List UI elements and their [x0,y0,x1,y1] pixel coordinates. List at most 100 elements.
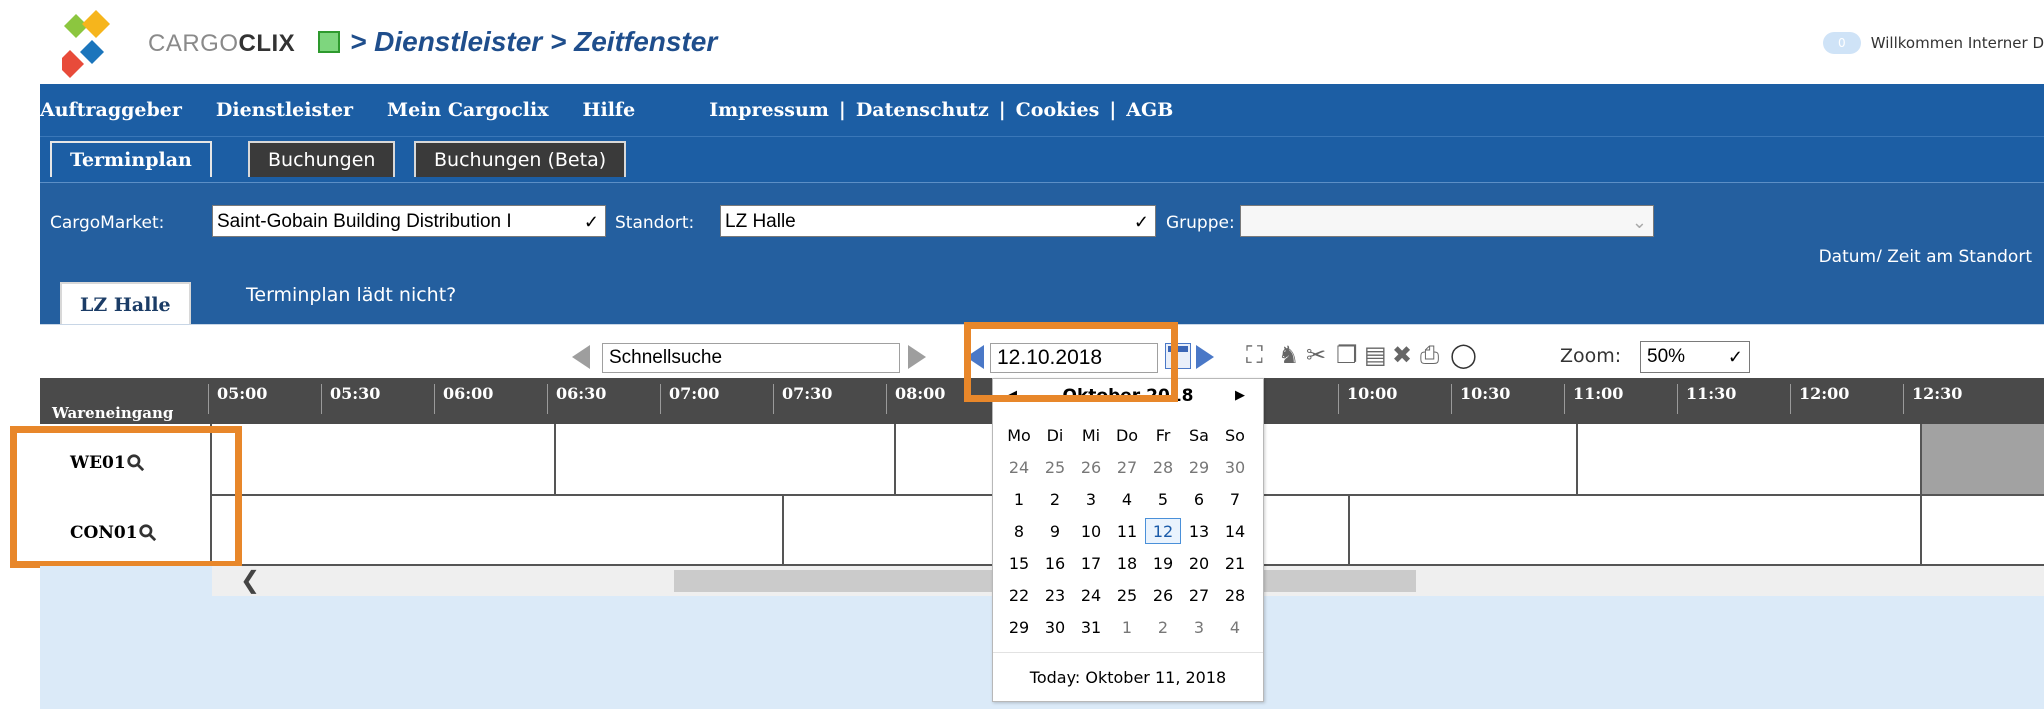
circle-icon[interactable]: ◯ [1450,341,1477,369]
time-label: 11:30 [1677,384,1736,414]
message-count-badge[interactable]: 0 [1822,32,1861,54]
time-label: 07:30 [773,384,832,414]
gruppe-select[interactable]: ⌄ [1240,205,1654,237]
calendar-day[interactable]: 17 [1073,554,1109,573]
calendar-day[interactable]: 18 [1109,554,1145,573]
next-arrow-icon[interactable] [908,345,926,369]
weekday-label: Mi [1081,425,1101,445]
calendar-day[interactable]: 20 [1181,554,1217,573]
paste-icon[interactable]: ▤ [1364,341,1387,369]
print-icon[interactable]: ⎙ [1420,341,1439,369]
slot-divider [1576,424,1578,494]
chevron-down-icon: ⌄ [1631,212,1647,232]
tab-buchungen-beta[interactable]: Buchungen (Beta) [414,141,627,177]
calendar-day[interactable]: 30 [1037,618,1073,637]
time-label: 12:30 [1903,384,1962,414]
calendar-day[interactable]: 25 [1037,458,1073,477]
calendar-day[interactable]: 15 [1001,554,1037,573]
calendar-day[interactable]: 26 [1073,458,1109,477]
logo-text: CARGOCLIX [148,30,296,57]
zoom-label: Zoom: [1560,345,1622,367]
help-link[interactable]: Terminplan lädt nicht? [246,284,456,306]
calendar-day[interactable]: 5 [1145,490,1181,509]
calendar-day[interactable]: 23 [1037,586,1073,605]
calendar-day[interactable]: 21 [1217,554,1253,573]
calendar-day[interactable]: 7 [1217,490,1253,509]
calendar-day-selected[interactable]: 12 [1145,518,1181,544]
prev-arrow-icon[interactable] [572,345,590,369]
calendar-day[interactable]: 28 [1145,458,1181,477]
calendar-day[interactable]: 24 [1073,586,1109,605]
calendar-day[interactable]: 11 [1109,522,1145,541]
nav-dienstleister[interactable]: Dienstleister [216,99,353,121]
cargomarket-value: Saint-Gobain Building Distribution I [217,211,512,232]
chevron-down-icon: ✓ [1727,347,1743,367]
zoom-select[interactable]: 50% ✓ [1640,341,1750,373]
calendar-day[interactable]: 13 [1181,522,1217,541]
quick-search-input[interactable]: Schnellsuche [602,343,900,373]
nav-datenschutz[interactable]: Datenschutz [856,99,989,121]
calendar-today-button[interactable]: Today: Oktober 11, 2018 [993,668,1263,687]
calendar-day[interactable]: 1 [1001,490,1037,509]
nav-separator: | [998,99,1006,121]
week-row: 8 9 10 11 12 13 14 [1001,515,1255,547]
calendar-day[interactable]: 10 [1073,522,1109,541]
cargomarket-select[interactable]: Saint-Gobain Building Distribution I ✓ [212,205,606,237]
calendar-day[interactable]: 31 [1073,618,1109,637]
calendar-day[interactable]: 28 [1217,586,1253,605]
tab-lz-halle[interactable]: LZ Halle [60,282,191,326]
tab-buchungen[interactable]: Buchungen [248,141,396,177]
standort-select[interactable]: LZ Halle ✓ [720,205,1156,237]
calendar-day[interactable]: 8 [1001,522,1037,541]
calendar-day[interactable]: 4 [1217,618,1253,637]
zoom-value: 50% [1647,346,1686,367]
truck-icon[interactable]: ⛶ [1246,341,1263,369]
nav-cookies[interactable]: Cookies [1016,99,1100,121]
calendar-day[interactable]: 16 [1037,554,1073,573]
calendar-day[interactable]: 3 [1181,618,1217,637]
calendar-day[interactable]: 26 [1145,586,1181,605]
time-label: 05:30 [321,384,380,414]
calendar-day[interactable]: 27 [1109,458,1145,477]
calendar-day[interactable]: 29 [1001,618,1037,637]
calendar-day[interactable]: 22 [1001,586,1037,605]
next-month-icon[interactable]: ▶ [1235,379,1245,413]
nav-auftraggeber[interactable]: Auftraggeber [40,99,182,121]
calendar-day[interactable]: 29 [1181,458,1217,477]
copy-icon[interactable]: ❐ [1336,341,1358,369]
calendar-day[interactable]: 6 [1181,490,1217,509]
time-label: 06:00 [434,384,493,414]
calendar-day[interactable]: 25 [1109,586,1145,605]
calendar-day[interactable]: 19 [1145,554,1181,573]
calendar-day[interactable]: 30 [1217,458,1253,477]
calendar-day[interactable]: 27 [1181,586,1217,605]
cargoclix-logo-icon [62,10,110,78]
calendar-day[interactable]: 4 [1109,490,1145,509]
weekday-label: Di [1046,425,1064,445]
welcome-text: Willkommen Interner D [1870,34,2044,52]
delete-icon[interactable]: ✖ [1392,341,1412,369]
tab-terminplan[interactable]: Terminplan [50,141,212,177]
calendar-day[interactable]: 2 [1145,618,1181,637]
calendar-day[interactable]: 2 [1037,490,1073,509]
calendar-day[interactable]: 1 [1109,618,1145,637]
next-day-icon[interactable] [1196,345,1214,369]
nav-agb[interactable]: AGB [1126,99,1173,121]
green-square-icon [318,31,340,53]
cargomarket-label: CargoMarket: [50,213,165,233]
calendar-day[interactable]: 14 [1217,522,1253,541]
calendar-day[interactable]: 9 [1037,522,1073,541]
weekday-row: Mo Di Mi Do Fr Sa So [1001,419,1255,451]
user-group-icon[interactable]: ♞ [1278,341,1300,369]
scissors-icon[interactable]: ✂ [1306,341,1326,369]
nav-mein-cargoclix[interactable]: Mein Cargoclix [387,99,549,121]
breadcrumb-text: > Dienstleister > Zeitfenster [350,26,718,57]
nav-impressum[interactable]: Impressum [709,99,829,121]
scroll-left-icon[interactable]: ❮ [240,566,260,594]
calendar-day[interactable]: 24 [1001,458,1037,477]
nav-hilfe[interactable]: Hilfe [583,99,636,121]
week-row: 1 2 3 4 5 6 7 [1001,483,1255,515]
blocked-slot[interactable] [1920,424,2044,494]
calendar-day[interactable]: 3 [1073,490,1109,509]
time-label: 05:00 [208,384,267,414]
